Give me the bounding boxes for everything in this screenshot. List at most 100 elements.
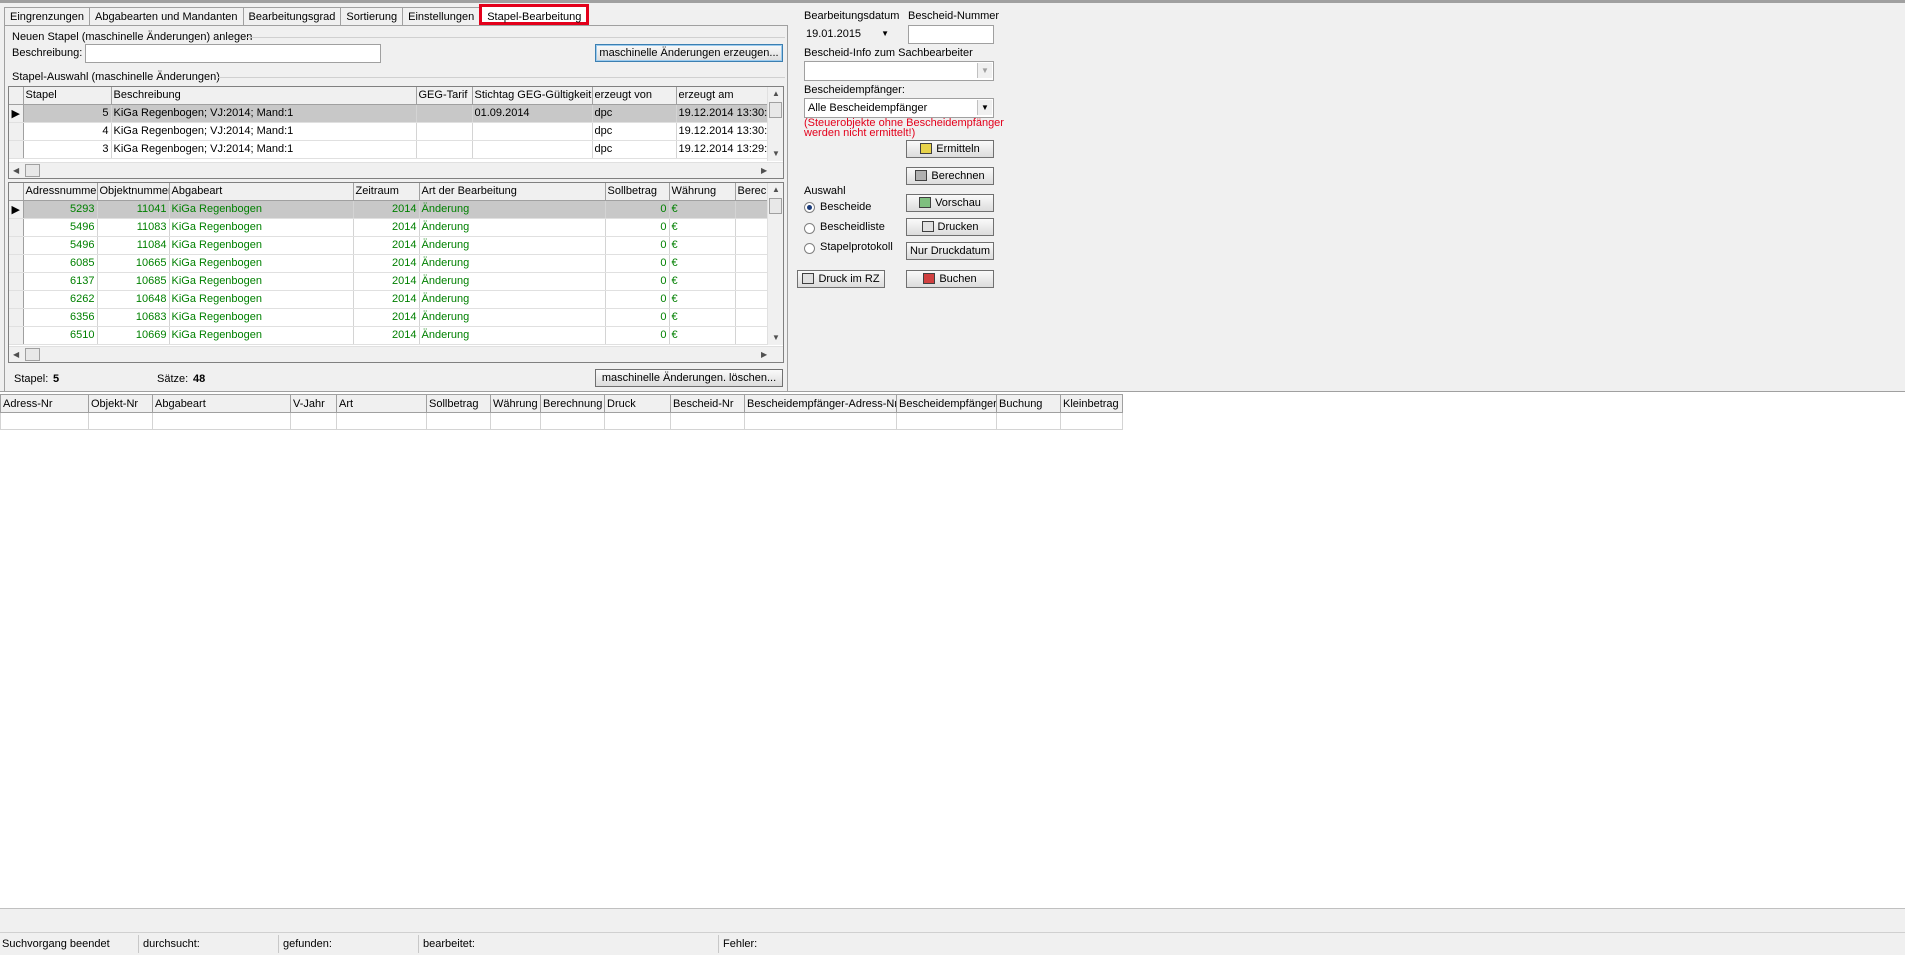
detail-col-waehrung[interactable]: Währung bbox=[669, 183, 736, 201]
batch-header-row: Stapel Beschreibung GEG-Tarif Stichtag G… bbox=[9, 87, 770, 105]
detail-berechnung bbox=[735, 326, 770, 345]
bescheid-number-input[interactable] bbox=[908, 25, 994, 44]
detail-col-zeitraum[interactable]: Zeitraum bbox=[353, 183, 420, 201]
batch-col-beschreibung[interactable]: Beschreibung bbox=[111, 87, 417, 105]
detail-row[interactable]: 6262 10648 KiGa Regenbogen 2014 Änderung… bbox=[9, 290, 770, 309]
detail-vertical-scrollbar[interactable]: ▲ ▼ bbox=[767, 183, 783, 345]
result-col-kleinbetrag[interactable]: Kleinbetrag bbox=[1060, 394, 1123, 413]
batch-row[interactable]: 4 KiGa Regenbogen; VJ:2014; Mand:1 dpc 1… bbox=[9, 122, 770, 141]
vorschau-button[interactable]: Vorschau bbox=[906, 194, 994, 212]
detail-col-adressnummer[interactable]: Adressnummer bbox=[23, 183, 98, 201]
radio-bescheide[interactable] bbox=[804, 202, 815, 213]
batch-hscroll-thumb[interactable] bbox=[25, 164, 40, 177]
chevron-down-icon[interactable]: ▼ bbox=[977, 100, 992, 115]
tab-stapel-bearbeitung[interactable]: Stapel-Bearbeitung bbox=[479, 4, 590, 25]
tab-abgabearten-und-mandanten[interactable]: Abgabearten und Mandanten bbox=[89, 7, 244, 25]
detail-row[interactable]: 6356 10683 KiGa Regenbogen 2014 Änderung… bbox=[9, 308, 770, 327]
tab-sortierung[interactable]: Sortierung bbox=[340, 7, 404, 25]
radio-stapelprotokoll-label[interactable]: Stapelprotokoll bbox=[820, 241, 893, 253]
ermitteln-button[interactable]: Ermitteln bbox=[906, 140, 994, 158]
result-col-sollbetrag[interactable]: Sollbetrag bbox=[426, 394, 491, 413]
drucken-button[interactable]: Drucken bbox=[906, 218, 994, 236]
delete-changes-button[interactable]: maschinelle Änderungen. löschen... bbox=[595, 369, 783, 387]
nur-druckdatum-button[interactable]: Nur Druckdatum bbox=[906, 242, 994, 260]
detail-horizontal-scrollbar[interactable]: ◀ ▶ bbox=[9, 346, 783, 362]
batch-horizontal-scrollbar[interactable]: ◀ ▶ bbox=[9, 162, 783, 178]
new-batch-group-line bbox=[245, 37, 785, 38]
result-col-buchung[interactable]: Buchung bbox=[996, 394, 1061, 413]
tab-eingrenzungen[interactable]: Eingrenzungen bbox=[4, 7, 91, 25]
tab-einstellungen[interactable]: Einstellungen bbox=[402, 7, 481, 25]
detail-col-abgabeart[interactable]: Abgabeart bbox=[169, 183, 354, 201]
row-indicator bbox=[9, 122, 24, 141]
result-col-bescheid-nr[interactable]: Bescheid-Nr bbox=[670, 394, 745, 413]
description-input[interactable] bbox=[85, 44, 381, 63]
detail-objektnummer: 11083 bbox=[97, 218, 170, 237]
detail-col-objektnummer[interactable]: Objektnummer bbox=[97, 183, 170, 201]
batch-col-geg-tarif[interactable]: GEG-Tarif bbox=[416, 87, 473, 105]
result-col-abgabeart[interactable]: Abgabeart bbox=[152, 394, 291, 413]
detail-hscroll-thumb[interactable] bbox=[25, 348, 40, 361]
detail-row[interactable]: 6510 10669 KiGa Regenbogen 2014 Änderung… bbox=[9, 326, 770, 345]
result-col-berechnung[interactable]: Berechnung bbox=[540, 394, 605, 413]
detail-row[interactable]: ▶ 5293 11041 KiGa Regenbogen 2014 Änderu… bbox=[9, 200, 770, 219]
chevron-down-icon[interactable]: ▼ bbox=[977, 63, 992, 78]
batch-row[interactable]: ▶ 5 KiGa Regenbogen; VJ:2014; Mand:1 01.… bbox=[9, 104, 770, 123]
detail-row[interactable]: 5496 11084 KiGa Regenbogen 2014 Änderung… bbox=[9, 236, 770, 255]
detail-row[interactable]: 6137 10685 KiGa Regenbogen 2014 Änderung… bbox=[9, 272, 770, 291]
scroll-up-icon[interactable]: ▲ bbox=[772, 185, 780, 194]
detail-sollbetrag: 0 bbox=[605, 254, 670, 273]
batch-col-erzeugt-am[interactable]: erzeugt am bbox=[676, 87, 770, 105]
result-col-druck[interactable]: Druck bbox=[604, 394, 671, 413]
scroll-right-icon[interactable]: ▶ bbox=[761, 166, 767, 175]
detail-adressnummer: 5496 bbox=[23, 236, 98, 255]
scroll-up-icon[interactable]: ▲ bbox=[772, 89, 780, 98]
processing-date-picker[interactable]: 19.01.2015 ▼ bbox=[804, 25, 892, 44]
batch-erzeugt-am: 19.12.2014 13:30: bbox=[676, 104, 770, 123]
detail-waehrung: € bbox=[669, 236, 736, 255]
buchen-button[interactable]: Buchen bbox=[906, 270, 994, 288]
bescheid-recipient-combo[interactable]: Alle Bescheidempfänger ▼ bbox=[804, 98, 994, 118]
result-col-art[interactable]: Art bbox=[336, 394, 427, 413]
detail-row[interactable]: 6085 10665 KiGa Regenbogen 2014 Änderung… bbox=[9, 254, 770, 273]
dropdown-arrow-icon[interactable]: ▼ bbox=[881, 29, 889, 38]
tab-bearbeitungsgrad[interactable]: Bearbeitungsgrad bbox=[242, 7, 342, 25]
result-col-empfaenger-adress-nr[interactable]: Bescheidempfänger-Adress-Nr. bbox=[744, 394, 897, 413]
batch-col-erzeugt-von[interactable]: erzeugt von bbox=[592, 87, 677, 105]
radio-stapelprotokoll[interactable] bbox=[804, 243, 815, 254]
stapel-bearbeitung-panel: Neuen Stapel (maschinelle Änderungen) an… bbox=[4, 25, 788, 392]
detail-row[interactable]: 5496 11083 KiGa Regenbogen 2014 Änderung… bbox=[9, 218, 770, 237]
radio-bescheide-label[interactable]: Bescheide bbox=[820, 201, 871, 213]
result-col-objekt-nr[interactable]: Objekt-Nr bbox=[88, 394, 153, 413]
detail-col-art-der-bearbeitung[interactable]: Art der Bearbeitung bbox=[419, 183, 606, 201]
result-col-v-jahr[interactable]: V-Jahr bbox=[290, 394, 337, 413]
ermitteln-label: Ermitteln bbox=[936, 143, 980, 155]
batch-vscroll-thumb[interactable] bbox=[769, 102, 782, 118]
scroll-right-icon[interactable]: ▶ bbox=[761, 350, 767, 359]
batch-row[interactable]: 3 KiGa Regenbogen; VJ:2014; Mand:1 dpc 1… bbox=[9, 140, 770, 159]
create-changes-button[interactable]: maschinelle Änderungen erzeugen... bbox=[595, 44, 783, 62]
scroll-down-icon[interactable]: ▼ bbox=[772, 149, 780, 158]
result-empty-row[interactable] bbox=[0, 412, 1123, 430]
batch-col-stichtag[interactable]: Stichtag GEG-Gültigkeit bbox=[472, 87, 593, 105]
result-col-empfaenger[interactable]: Bescheidempfänger bbox=[896, 394, 997, 413]
detail-vscroll-thumb[interactable] bbox=[769, 198, 782, 214]
detail-zeitraum: 2014 bbox=[353, 236, 420, 255]
radio-bescheidliste-label[interactable]: Bescheidliste bbox=[820, 221, 885, 233]
detail-col-sollbetrag[interactable]: Sollbetrag bbox=[605, 183, 670, 201]
bescheid-info-combo[interactable]: ▼ bbox=[804, 61, 994, 81]
result-cell bbox=[0, 412, 89, 430]
detail-col-berechnung[interactable]: Berech bbox=[735, 183, 770, 201]
batch-col-stapel[interactable]: Stapel bbox=[23, 87, 112, 105]
result-col-adress-nr[interactable]: Adress-Nr bbox=[0, 394, 89, 413]
processing-date-value: 19.01.2015 bbox=[806, 28, 862, 40]
druck-im-rz-button[interactable]: Druck im RZ bbox=[797, 270, 885, 288]
scroll-down-icon[interactable]: ▼ bbox=[772, 333, 780, 342]
radio-bescheidliste[interactable] bbox=[804, 223, 815, 234]
berechnen-button[interactable]: Berechnen bbox=[906, 167, 994, 185]
batch-vertical-scrollbar[interactable]: ▲ ▼ bbox=[767, 87, 783, 161]
upper-status-strip bbox=[0, 908, 1905, 932]
scroll-left-icon[interactable]: ◀ bbox=[13, 166, 19, 175]
scroll-left-icon[interactable]: ◀ bbox=[13, 350, 19, 359]
result-col-waehrung[interactable]: Währung bbox=[490, 394, 541, 413]
